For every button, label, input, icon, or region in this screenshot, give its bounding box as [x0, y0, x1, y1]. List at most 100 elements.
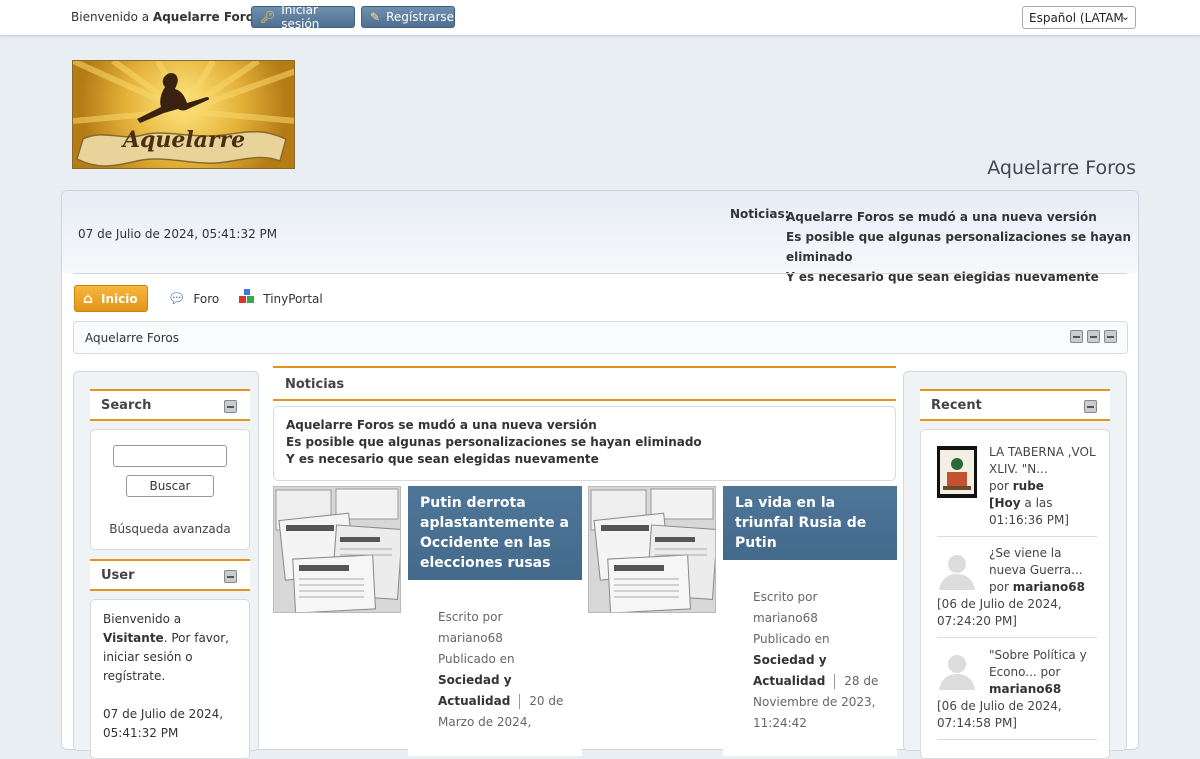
- menu-label: TinyPortal: [263, 291, 323, 306]
- panel-controls: [1070, 330, 1117, 343]
- news-line: Y es necesario que sean elegidas nuevame…: [786, 270, 1099, 284]
- collapse-center-icon[interactable]: [1087, 330, 1100, 343]
- menu-label: Inicio: [101, 291, 138, 306]
- recent-time: [06 de Julio de 2024, 07:14:58 PM]: [937, 699, 1062, 730]
- forum-icon: 💬︎: [167, 290, 186, 307]
- login-button[interactable]: 🔑︎ Iniciar sesión: [251, 3, 355, 31]
- by-label: por: [989, 479, 1009, 493]
- published-in-label: Publicado en: [438, 652, 515, 666]
- register-button[interactable]: ✎ Regístrarse: [361, 6, 455, 28]
- main-menu: ⌂ Inicio 💬︎ Foro TinyPortal: [74, 285, 343, 312]
- recent-block-header: Recent: [920, 389, 1110, 421]
- user-date: 07 de Julio de 2024, 05:41:32 PM: [103, 707, 224, 740]
- search-block-body: Buscar Búsqueda avanzada: [90, 429, 250, 550]
- recent-time: [06 de Julio de 2024, 07:24:20 PM]: [937, 597, 1062, 628]
- recent-user-link[interactable]: rube: [1013, 479, 1044, 493]
- welcome-text: Bienvenido a Aquelarre Foros.: [71, 10, 265, 24]
- news-label: Noticias:: [730, 207, 790, 221]
- article-card: La vida en la triunfal Rusia de Putin Es…: [723, 486, 897, 756]
- news-ticker: Aquelarre Foros se mudó a una nueva vers…: [786, 207, 1138, 287]
- recent-time-today: [Hoy: [989, 496, 1021, 510]
- header-divider: [73, 273, 1127, 274]
- site-logo[interactable]: Aquelarre: [72, 60, 295, 169]
- menu-item-inicio[interactable]: ⌂ Inicio: [74, 285, 148, 312]
- news-block-title: Noticias: [285, 377, 345, 392]
- recent-divider: [937, 637, 1097, 638]
- user-greeting: Bienvenido a Visitante. Por favor, inici…: [103, 610, 233, 743]
- article-card: Putin derrota aplastantemente a Occident…: [408, 486, 582, 756]
- chevron-down-icon: ⌄: [1120, 10, 1130, 23]
- newspapers-image: [589, 487, 715, 612]
- advanced-search-link[interactable]: Búsqueda avanzada: [91, 522, 249, 536]
- key-icon: 🔑︎: [260, 10, 276, 24]
- article-meta: Escrito por mariano68 Publicado en Socie…: [438, 607, 568, 733]
- article-author[interactable]: mariano68: [438, 628, 568, 649]
- recent-topic: ¿Se viene la nueva Guerra... por mariano…: [937, 545, 1097, 630]
- language-value: Español (LATAM: [1029, 11, 1124, 25]
- collapse-search-icon[interactable]: [224, 400, 237, 413]
- recent-user-link[interactable]: mariano68: [1013, 580, 1085, 594]
- collapse-right-icon[interactable]: [1104, 330, 1117, 343]
- search-block-title: Search: [101, 398, 152, 413]
- written-by-label: Escrito por: [438, 610, 503, 624]
- news-line: Aquelarre Foros se mudó a una nueva vers…: [286, 418, 597, 432]
- logo-graphic: Aquelarre: [73, 61, 294, 167]
- meta-divider: [519, 694, 521, 709]
- collapse-user-icon[interactable]: [224, 570, 237, 583]
- login-label: Iniciar sesión: [281, 3, 320, 31]
- language-select[interactable]: Español (LATAM ⌄: [1022, 6, 1136, 29]
- recent-block-body: LA TABERNA ,VOL XLIV. "N... por rube [Ho…: [920, 429, 1110, 759]
- article-thumbnail[interactable]: [588, 486, 716, 613]
- recent-user-link[interactable]: mariano68: [989, 682, 1061, 696]
- news-block-body: Aquelarre Foros se mudó a una nueva vers…: [273, 406, 896, 481]
- home-icon: ⌂: [83, 290, 94, 307]
- breadcrumb: Aquelarre Foros: [73, 321, 1128, 354]
- news-line: Y es necesario que sean elegidas nuevame…: [286, 452, 599, 466]
- article-meta: Escrito por mariano68 Publicado en Socie…: [753, 587, 883, 734]
- article-thumbnail[interactable]: [273, 486, 401, 613]
- welcome-site-name: Aquelarre Foros: [152, 10, 262, 24]
- recent-topic-link[interactable]: ¿Se viene la nueva Guerra...: [989, 546, 1083, 577]
- recent-topic-link[interactable]: "Sobre Política y Econo...: [989, 648, 1087, 679]
- news-line: Aquelarre Foros se mudó a una nueva vers…: [786, 210, 1097, 224]
- menu-item-foro[interactable]: 💬︎ Foro: [168, 286, 220, 311]
- written-by-label: Escrito por: [753, 590, 818, 604]
- meta-divider: [834, 674, 836, 689]
- visitor-name: Visitante: [103, 631, 164, 645]
- portal-icon: [239, 288, 255, 309]
- news-line: Es posible que algunas personalizaciones…: [786, 230, 1132, 264]
- news-block-header: Noticias: [273, 366, 896, 401]
- top-bar: Bienvenido a Aquelarre Foros. 🔑︎ Iniciar…: [0, 0, 1200, 36]
- article-author[interactable]: mariano68: [753, 608, 883, 629]
- collapse-recent-icon[interactable]: [1084, 400, 1097, 413]
- welcome-prefix: Bienvenido a: [71, 10, 153, 24]
- published-in-label: Publicado en: [753, 632, 830, 646]
- recent-topic-link[interactable]: LA TABERNA ,VOL XLIV. "N...: [989, 445, 1096, 476]
- user-block-header: User: [90, 559, 250, 591]
- article-title[interactable]: La vida en la triunfal Rusia de Putin: [723, 486, 897, 560]
- newspapers-image: [274, 487, 400, 612]
- recent-topic: LA TABERNA ,VOL XLIV. "N... por rube [Ho…: [937, 444, 1097, 529]
- recent-divider: [937, 536, 1097, 537]
- site-title: Aquelarre Foros: [987, 157, 1136, 179]
- article-category[interactable]: Sociedad y Actualidad: [753, 653, 827, 688]
- breadcrumb-link[interactable]: Aquelarre Foros: [85, 331, 179, 345]
- pencil-icon: ✎: [370, 10, 381, 24]
- current-date: 07 de Julio de 2024, 05:41:32 PM: [78, 227, 278, 241]
- collapse-left-icon[interactable]: [1070, 330, 1083, 343]
- greeting-text: Bienvenido a: [103, 612, 182, 626]
- upper-header: 07 de Julio de 2024, 05:41:32 PM Noticia…: [62, 191, 1138, 284]
- search-block-header: Search: [90, 389, 250, 421]
- by-label: por: [1040, 665, 1061, 679]
- recent-topic: "Sobre Política y Econo... por mariano68…: [937, 647, 1097, 732]
- user-block-body: Bienvenido a Visitante. Por favor, inici…: [90, 599, 250, 759]
- menu-item-tinyportal[interactable]: TinyPortal: [239, 286, 323, 311]
- register-label: Regístrarse: [386, 10, 455, 24]
- search-button[interactable]: Buscar: [126, 475, 214, 497]
- by-label: por: [989, 580, 1009, 594]
- logo-wordmark: Aquelarre: [121, 127, 245, 153]
- search-input[interactable]: [113, 445, 227, 467]
- article-category[interactable]: Sociedad y Actualidad: [438, 673, 512, 708]
- user-block-title: User: [101, 568, 135, 583]
- article-title[interactable]: Putin derrota aplastantemente a Occident…: [408, 486, 582, 580]
